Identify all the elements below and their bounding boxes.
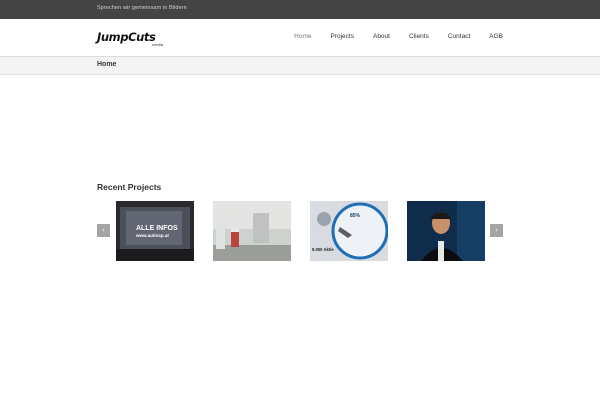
thumb3-badge: 85% — [350, 213, 361, 219]
logo-subtext: media — [152, 42, 163, 47]
project-image-3: 85% 5.000 Aktie — [310, 201, 388, 261]
nav-home[interactable]: Home — [275, 33, 311, 40]
main-nav: Home Projects About Clients Contact AGB — [275, 33, 503, 40]
nav-about[interactable]: About — [354, 33, 390, 40]
chevron-left-icon[interactable]: ‹ — [97, 224, 110, 237]
project-image-2 — [213, 201, 291, 261]
tagline: Sprechen wir gemeinsam in Bildern — [97, 5, 187, 11]
top-bar: Sprechen wir gemeinsam in Bildern — [0, 0, 600, 19]
thumb1-caption-line1: ALLE INFOS — [136, 225, 178, 232]
project-image-4 — [407, 201, 485, 261]
breadcrumb-bar: Home — [0, 57, 600, 75]
recent-projects-carousel: ‹ ALLE INFOS www.autinsp.at 85% 5.000 Ak… — [97, 201, 503, 261]
recent-projects-title: Recent Projects — [97, 182, 162, 192]
thumb1-caption-line2: www.autinsp.at — [135, 233, 169, 238]
nav-projects[interactable]: Projects — [312, 33, 354, 40]
breadcrumb: Home — [97, 61, 117, 68]
project-thumbnail-1[interactable]: ALLE INFOS www.autinsp.at — [116, 201, 194, 261]
logo-wordmark: JumpCuts — [97, 30, 156, 44]
project-thumbnail-2[interactable] — [213, 201, 291, 261]
project-thumbnail-4[interactable] — [407, 201, 485, 261]
nav-clients[interactable]: Clients — [390, 33, 429, 40]
thumb3-price: 5.000 Aktie — [312, 247, 334, 252]
chevron-right-icon[interactable]: › — [490, 224, 503, 237]
project-thumbnail-3[interactable]: 85% 5.000 Aktie — [310, 201, 388, 261]
nav-agb[interactable]: AGB — [470, 33, 503, 40]
nav-contact[interactable]: Contact — [429, 33, 470, 40]
site-header: JumpCuts media Home Projects About Clien… — [0, 19, 600, 57]
site-logo[interactable]: JumpCuts media — [97, 30, 167, 47]
project-image-1: ALLE INFOS www.autinsp.at — [116, 201, 194, 261]
